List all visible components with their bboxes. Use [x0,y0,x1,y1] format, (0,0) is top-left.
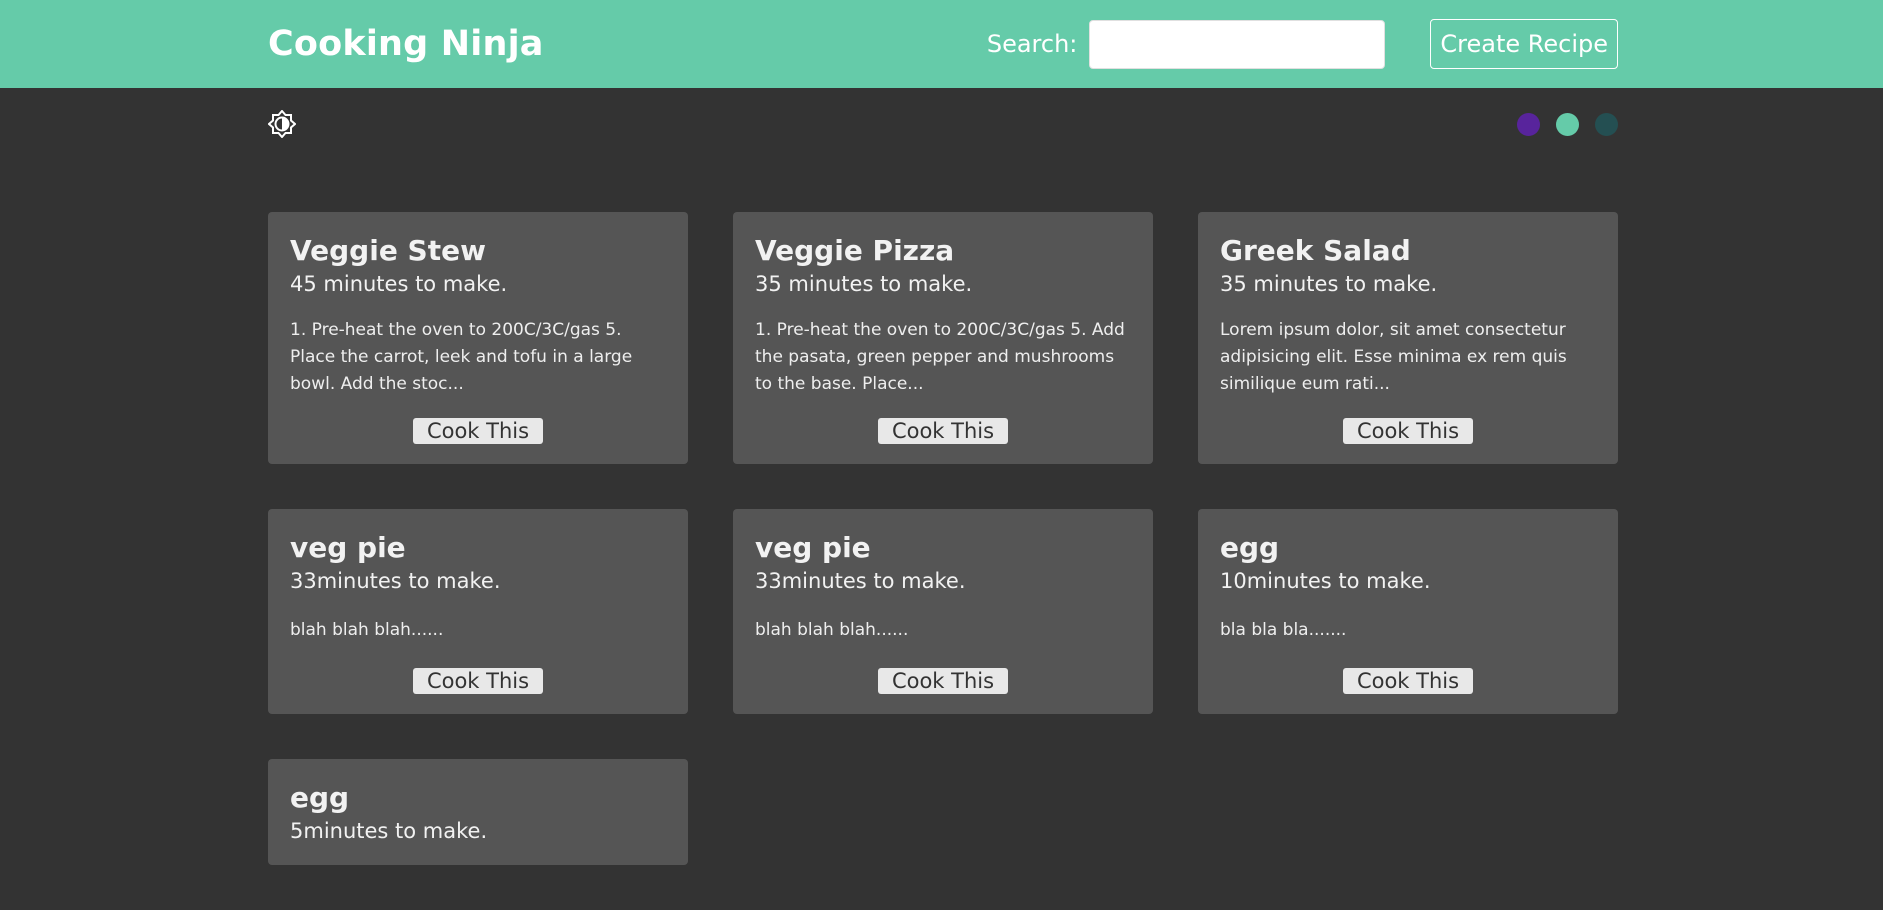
recipe-card: egg 10minutes to make. bla bla bla......… [1198,509,1618,714]
recipe-method: blah blah blah...... [755,620,909,640]
recipe-card: veg pie 33minutes to make. blah blah bla… [268,509,688,714]
brand-logo[interactable]: Cooking Ninja [268,24,544,64]
recipe-card: Veggie Stew 45 minutes to make. 1. Pre-h… [268,212,688,464]
theme-selector [267,109,1618,139]
cook-this-button[interactable]: Cook This [412,668,544,694]
recipe-card: veg pie 33minutes to make. blah blah bla… [733,509,1153,714]
recipe-method: blah blah blah...... [290,620,444,640]
recipe-time: 10minutes to make. [1220,569,1431,593]
navbar: Cooking Ninja Search: Create Recipe [0,0,1883,88]
recipe-time: 35 minutes to make. [1220,272,1438,296]
theme-swatches [1517,112,1618,136]
recipe-time: 33minutes to make. [290,569,501,593]
cook-this-button[interactable]: Cook This [412,418,544,444]
recipe-time: 5minutes to make. [290,819,488,843]
recipe-title: Greek Salad [1220,234,1411,267]
recipe-title: veg pie [755,531,871,564]
recipe-time: 33minutes to make. [755,569,966,593]
brightness-icon[interactable] [267,109,297,139]
recipe-time: 35 minutes to make. [755,272,973,296]
create-recipe-button[interactable]: Create Recipe [1430,19,1618,69]
cook-this-button[interactable]: Cook This [877,418,1009,444]
cook-this-button[interactable]: Cook This [877,668,1009,694]
color-swatch-purple[interactable] [1517,112,1540,136]
recipe-title: egg [1220,531,1280,564]
nav-right: Search: Create Recipe [987,19,1618,69]
recipe-title: Veggie Pizza [755,234,955,267]
recipe-time: 45 minutes to make. [290,272,508,296]
recipe-method: Lorem ipsum dolor, sit amet consectetur … [1220,320,1567,394]
recipe-title: egg [290,781,350,814]
recipe-method: bla bla bla....... [1220,620,1347,640]
cook-this-button[interactable]: Cook This [1342,418,1474,444]
cook-this-button[interactable]: Cook This [1342,668,1474,694]
recipe-list: Veggie Stew 45 minutes to make. 1. Pre-h… [268,212,1618,910]
color-swatch-teal[interactable] [1595,112,1618,136]
recipe-title: Veggie Stew [290,234,486,267]
recipe-title: veg pie [290,531,406,564]
search-label: Search: [986,30,1078,58]
recipe-method: 1. Pre-heat the oven to 200C/3C/gas 5. A… [755,320,1125,394]
search-input[interactable] [1089,19,1386,69]
recipe-card: egg 5minutes to make. [268,759,688,865]
recipe-method: 1. Pre-heat the oven to 200C/3C/gas 5. P… [290,320,633,394]
recipe-card: Greek Salad 35 minutes to make. Lorem ip… [1198,212,1618,464]
color-swatch-green[interactable] [1556,112,1579,136]
recipe-card: Veggie Pizza 35 minutes to make. 1. Pre-… [733,212,1153,464]
